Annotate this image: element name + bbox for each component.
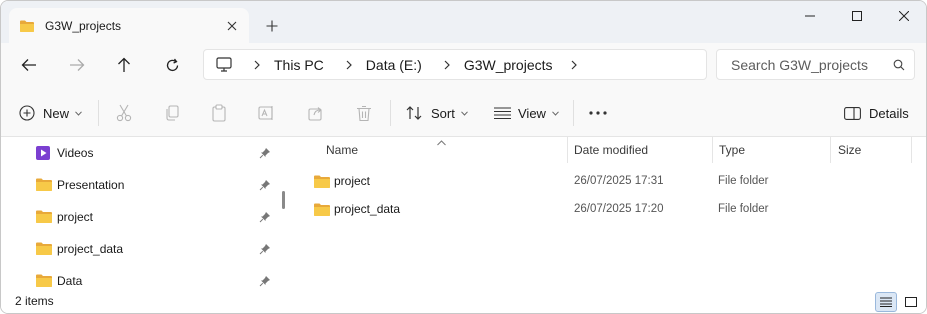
- search-placeholder: Search G3W_projects: [731, 56, 868, 73]
- file-type: File folder: [718, 203, 769, 215]
- column-header-name[interactable]: Name: [326, 137, 358, 163]
- breadcrumb-data-e[interactable]: Data (E:): [362, 57, 426, 73]
- column-divider[interactable]: [911, 137, 912, 163]
- folder-icon: [35, 241, 53, 257]
- nav-item-project-data[interactable]: project_data: [1, 233, 281, 265]
- nav-item-presentation[interactable]: Presentation: [1, 169, 281, 201]
- toolbar-divider: [390, 100, 391, 126]
- details-view-icon[interactable]: [875, 292, 897, 312]
- column-header-date-modified[interactable]: Date modified: [574, 137, 648, 163]
- column-divider[interactable]: [567, 137, 568, 163]
- address-bar[interactable]: This PC Data (E:) G3W_projects: [203, 49, 707, 80]
- rename-icon[interactable]: [251, 97, 283, 129]
- nav-scrollbar[interactable]: [282, 191, 285, 209]
- folder-icon: [313, 202, 331, 218]
- view-label: View: [518, 105, 546, 121]
- search-icon: [884, 59, 914, 71]
- column-header-size[interactable]: Size: [838, 137, 861, 163]
- chevron-down-icon: [460, 110, 468, 116]
- toolbar-divider: [98, 100, 99, 126]
- copy-icon[interactable]: [156, 97, 188, 129]
- share-icon[interactable]: [300, 97, 332, 129]
- address-row: This PC Data (E:) G3W_projects Search G3…: [1, 43, 926, 88]
- back-arrow-icon[interactable]: [13, 49, 45, 81]
- folder-icon: [35, 209, 53, 225]
- delete-icon[interactable]: [348, 97, 380, 129]
- file-type: File folder: [718, 175, 769, 187]
- file-explorer-window: G3W_projects This PC Data (E:) G3W_proje…: [0, 0, 927, 314]
- nav-item-label: project_data: [57, 242, 124, 256]
- pin-icon[interactable]: [259, 147, 273, 161]
- file-list: Name Date modified Type Size project 26/…: [293, 137, 926, 290]
- file-date: 26/07/2025 17:20: [574, 203, 664, 215]
- chevron-right-icon[interactable]: [336, 60, 362, 70]
- chevron-right-icon[interactable]: [244, 60, 270, 70]
- file-name: project: [334, 174, 371, 188]
- sort-icon: [406, 106, 424, 120]
- chevron-right-icon[interactable]: [434, 60, 460, 70]
- plus-icon[interactable]: [259, 13, 285, 39]
- file-row-project-data[interactable]: project_data 26/07/2025 17:20 File folde…: [293, 195, 913, 223]
- search-input[interactable]: Search G3W_projects: [716, 49, 915, 80]
- nav-item-label: project: [57, 210, 94, 224]
- column-divider[interactable]: [830, 137, 831, 163]
- computer-icon[interactable]: [216, 57, 234, 72]
- pin-icon[interactable]: [259, 179, 273, 193]
- maximize-icon[interactable]: [834, 1, 880, 31]
- refresh-icon[interactable]: [156, 49, 188, 81]
- sort-label: Sort: [431, 105, 455, 121]
- cut-icon[interactable]: [108, 97, 140, 129]
- file-name: project_data: [334, 202, 401, 216]
- nav-item-label: Data: [57, 274, 83, 288]
- view-button[interactable]: View: [494, 97, 559, 129]
- pin-icon[interactable]: [259, 243, 273, 257]
- chevron-right-icon[interactable]: [561, 60, 587, 70]
- sort-ascending-icon: [437, 135, 446, 149]
- nav-item-label: Videos: [57, 146, 94, 160]
- large-icons-view-icon[interactable]: [900, 292, 922, 312]
- folder-icon: [19, 19, 35, 33]
- plus-circle-icon: [19, 105, 35, 121]
- sort-button[interactable]: Sort: [406, 97, 468, 129]
- nav-item-label: Presentation: [57, 178, 125, 192]
- navigation-pane: Videos Presentation project project_data…: [1, 137, 292, 290]
- column-header-type[interactable]: Type: [719, 137, 745, 163]
- column-divider[interactable]: [712, 137, 713, 163]
- title-bar: G3W_projects: [1, 1, 926, 43]
- close-icon[interactable]: [881, 1, 926, 31]
- more-options-icon[interactable]: [582, 97, 614, 129]
- new-button[interactable]: New: [19, 97, 82, 129]
- status-bar: 2 items: [1, 290, 926, 313]
- breadcrumb-g3w-projects[interactable]: G3W_projects: [460, 57, 557, 73]
- details-pane-icon: [844, 106, 861, 120]
- pin-icon[interactable]: [259, 211, 273, 225]
- file-date: 26/07/2025 17:31: [574, 175, 664, 187]
- item-count: 2 items: [15, 294, 54, 308]
- tab-title: G3W_projects: [45, 18, 122, 33]
- nav-item-project[interactable]: project: [1, 201, 281, 233]
- breadcrumb-this-pc[interactable]: This PC: [270, 57, 328, 73]
- view-icon: [494, 107, 511, 119]
- close-icon[interactable]: [219, 13, 245, 39]
- details-button[interactable]: Details: [844, 97, 909, 129]
- file-row-project[interactable]: project 26/07/2025 17:31 File folder: [293, 167, 913, 195]
- folder-icon: [35, 273, 53, 289]
- details-label: Details: [869, 105, 909, 121]
- paste-icon[interactable]: [203, 97, 235, 129]
- forward-arrow-icon[interactable]: [61, 49, 93, 81]
- pin-icon[interactable]: [259, 275, 273, 289]
- up-arrow-icon[interactable]: [108, 49, 140, 81]
- nav-item-videos[interactable]: Videos: [1, 137, 281, 169]
- videos-folder-icon: [35, 145, 53, 161]
- chevron-down-icon: [552, 110, 559, 116]
- new-label: New: [43, 105, 70, 121]
- tab-g3w-projects[interactable]: G3W_projects: [9, 8, 249, 43]
- minimize-icon[interactable]: [787, 1, 833, 31]
- toolbar-divider: [573, 100, 574, 126]
- command-bar: New Sort View Details: [1, 88, 926, 137]
- chevron-down-icon: [75, 110, 82, 116]
- folder-icon: [313, 174, 331, 190]
- folder-icon: [35, 177, 53, 193]
